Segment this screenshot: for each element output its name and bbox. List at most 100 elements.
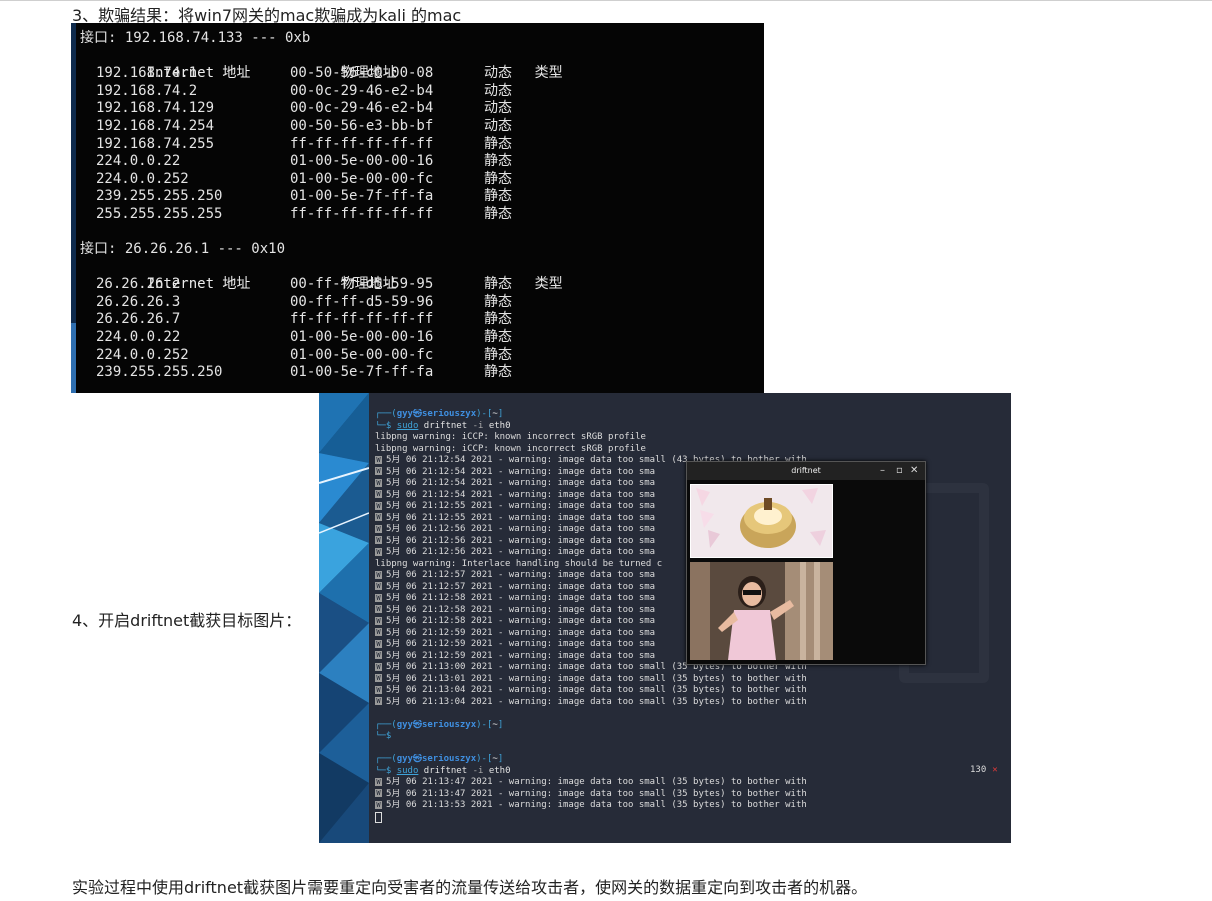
table-row: 224.0.0.22 01-00-5e-00-00-16 静态 bbox=[80, 329, 595, 347]
cmd-sudo: sudo bbox=[396, 420, 419, 431]
mac-cell: 01-00-5e-00-00-16 bbox=[290, 328, 434, 345]
ip-cell: 26.26.26.7 bbox=[96, 311, 181, 328]
driftnet-window[interactable]: driftnet – ▫ ✕ bbox=[686, 461, 926, 665]
table-row: 192.168.74.255 ff-ff-ff-ff-ff-ff 静态 bbox=[80, 136, 595, 154]
type-cell: 静态 bbox=[484, 170, 512, 187]
ip-cell: 255.255.255.255 bbox=[96, 205, 223, 222]
terminal-line: libpng warning: iCCP: known incorrect sR… bbox=[375, 432, 646, 442]
mac-cell: 00-50-56-e3-bb-bf bbox=[290, 117, 434, 134]
mac-cell: 01-00-5e-00-00-fc bbox=[290, 346, 434, 363]
type-cell: 静态 bbox=[484, 346, 512, 363]
cursor-line[interactable] bbox=[375, 811, 1005, 824]
minimize-button[interactable]: – bbox=[880, 462, 885, 480]
prompt-user: gyy㉿seriouszyx bbox=[396, 409, 477, 419]
ip-cell: 224.0.0.22 bbox=[96, 328, 181, 345]
command-line: └─$ sudo driftnet -i eth0 bbox=[375, 765, 511, 776]
mac-cell: 00-50-56-c0-00-08 bbox=[290, 65, 434, 82]
command-line: └─$ sudo driftnet -i eth0 bbox=[375, 420, 511, 431]
ip-cell: 239.255.255.250 bbox=[96, 188, 223, 205]
log-line: W 5月 06 21:13:47 2021 - warning: image da… bbox=[375, 788, 807, 799]
ip-cell: 192.168.74.2 bbox=[96, 82, 198, 99]
conclusion-paragraph: 实验过程中使用driftnet截获图片需要重定向受害者的流量传送给攻击者，使网关… bbox=[72, 878, 868, 897]
mac-cell: ff-ff-ff-ff-ff-ff bbox=[290, 205, 434, 222]
mac-cell: ff-ff-ff-ff-ff-ff bbox=[290, 311, 434, 328]
captured-image-child[interactable] bbox=[690, 562, 833, 660]
step4-heading: 4、开启driftnet截获目标图片： bbox=[72, 611, 302, 630]
interface-header: 接口: 26.26.26.1 --- 0x10 bbox=[80, 241, 286, 257]
type-cell: 静态 bbox=[484, 328, 512, 345]
type-cell: 动态 bbox=[484, 100, 512, 117]
captured-image-cake[interactable] bbox=[690, 484, 833, 558]
type-cell: 动态 bbox=[484, 117, 512, 134]
driftnet-terminal-screenshot: ┌──(gyy㉿seriouszyx)-[~] └─$ sudo driftne… bbox=[319, 393, 1011, 843]
type-cell: 动态 bbox=[484, 65, 512, 82]
mac-cell: 01-00-5e-00-00-fc bbox=[290, 170, 434, 187]
table-row: 26.26.26.7 ff-ff-ff-ff-ff-ff 静态 bbox=[80, 311, 595, 329]
mac-cell: ff-ff-ff-ff-ff-ff bbox=[290, 135, 434, 152]
prompt-line: ┌──(gyy㉿seriouszyx)-[~] bbox=[375, 409, 504, 419]
page-top-divider bbox=[0, 0, 1212, 1]
exit-code: 130 bbox=[970, 765, 987, 775]
table-row: 192.168.74.2 00-0c-29-46-e2-b4 动态 bbox=[80, 83, 595, 101]
table-row: 255.255.255.255 ff-ff-ff-ff-ff-ff 静态 bbox=[80, 206, 595, 224]
table-row: 239.255.255.250 01-00-5e-7f-ff-fa 静态 bbox=[80, 364, 595, 382]
prompt-line: ┌──(gyy㉿seriouszyx)-[~] bbox=[375, 719, 504, 730]
interface-header: 接口: 192.168.74.133 --- 0xb bbox=[80, 30, 311, 46]
ip-cell: 192.168.74.1 bbox=[96, 65, 198, 82]
log-line: W 5月 06 21:13:04 2021 - warning: image da… bbox=[375, 696, 807, 707]
cmd-flag: -i bbox=[472, 420, 484, 431]
type-cell: 静态 bbox=[484, 205, 512, 222]
log-line: W 5月 06 21:13:01 2021 - warning: image da… bbox=[375, 673, 807, 684]
table-row: 192.168.74.1 00-50-56-c0-00-08 动态 bbox=[80, 65, 595, 83]
driftnet-titlebar[interactable]: driftnet – ▫ ✕ bbox=[687, 462, 925, 480]
window-edge-accent bbox=[71, 323, 76, 393]
prompt-line: ┌──(gyy㉿seriouszyx)-[~] bbox=[375, 754, 504, 764]
ip-cell: 192.168.74.129 bbox=[96, 100, 215, 117]
type-cell: 静态 bbox=[484, 293, 512, 310]
ip-cell: 239.255.255.250 bbox=[96, 364, 223, 381]
table-row: 224.0.0.252 01-00-5e-00-00-fc 静态 bbox=[80, 347, 595, 365]
mac-cell: 00-ff-ff-d5-59-96 bbox=[290, 293, 434, 310]
command-line: └─$ bbox=[375, 731, 392, 741]
desktop-wallpaper-tiles bbox=[319, 393, 369, 843]
table-row: 192.168.74.129 00-0c-29-46-e2-b4 动态 bbox=[80, 100, 595, 118]
table-row: 26.26.26.2 00-ff-ff-d5-59-95 静态 bbox=[80, 276, 595, 294]
table-row: 224.0.0.252 01-00-5e-00-00-fc 静态 bbox=[80, 171, 595, 189]
mac-cell: 00-0c-29-46-e2-b4 bbox=[290, 100, 434, 117]
log-line: W 5月 06 21:13:04 2021 - warning: image da… bbox=[375, 685, 807, 695]
type-cell: 静态 bbox=[484, 364, 512, 381]
terminal-line: libpng warning: iCCP: known incorrect sR… bbox=[375, 443, 646, 454]
close-button[interactable]: ✕ bbox=[910, 462, 918, 480]
exit-status: 130 ✕ bbox=[970, 765, 998, 775]
type-cell: 静态 bbox=[484, 135, 512, 152]
log-line: W 5月 06 21:13:53 2021 - warning: image da… bbox=[375, 800, 807, 810]
mac-cell: 00-0c-29-46-e2-b4 bbox=[290, 82, 434, 99]
arp-interface-block-1: 接口: 192.168.74.133 --- 0xb Internet 地址 物理… bbox=[80, 30, 595, 224]
mac-cell: 00-ff-ff-d5-59-95 bbox=[290, 276, 434, 293]
table-row: 224.0.0.22 01-00-5e-00-00-16 静态 bbox=[80, 153, 595, 171]
log-line: W 5月 06 21:13:47 2021 - warning: image da… bbox=[375, 777, 807, 787]
error-mark-icon: ✕ bbox=[992, 765, 998, 775]
ip-cell: 192.168.74.254 bbox=[96, 117, 215, 134]
table-row: 192.168.74.254 00-50-56-e3-bb-bf 动态 bbox=[80, 118, 595, 136]
ip-cell: 224.0.0.252 bbox=[96, 170, 189, 187]
type-cell: 动态 bbox=[484, 82, 512, 99]
mac-cell: 01-00-5e-7f-ff-fa bbox=[290, 364, 434, 381]
mac-cell: 01-00-5e-7f-ff-fa bbox=[290, 188, 434, 205]
ip-cell: 26.26.26.3 bbox=[96, 293, 181, 310]
terminal-cursor bbox=[375, 811, 382, 823]
ip-cell: 224.0.0.252 bbox=[96, 346, 189, 363]
maximize-button[interactable]: ▫ bbox=[896, 462, 903, 480]
arp-interface-block-2: 接口: 26.26.26.1 --- 0x10 Internet 地址 物理地址类… bbox=[80, 241, 595, 382]
type-cell: 静态 bbox=[484, 153, 512, 170]
window-title: driftnet bbox=[791, 466, 821, 475]
ip-cell: 192.168.74.255 bbox=[96, 135, 215, 152]
type-cell: 静态 bbox=[484, 276, 512, 293]
table-row: 26.26.26.3 00-ff-ff-d5-59-96 静态 bbox=[80, 294, 595, 312]
type-cell: 静态 bbox=[484, 188, 512, 205]
cmd-iface: eth0 bbox=[488, 420, 511, 431]
arp-column-headers: Internet 地址 物理地址 类型 bbox=[80, 259, 595, 292]
table-row: 239.255.255.250 01-00-5e-7f-ff-fa 静态 bbox=[80, 188, 595, 206]
